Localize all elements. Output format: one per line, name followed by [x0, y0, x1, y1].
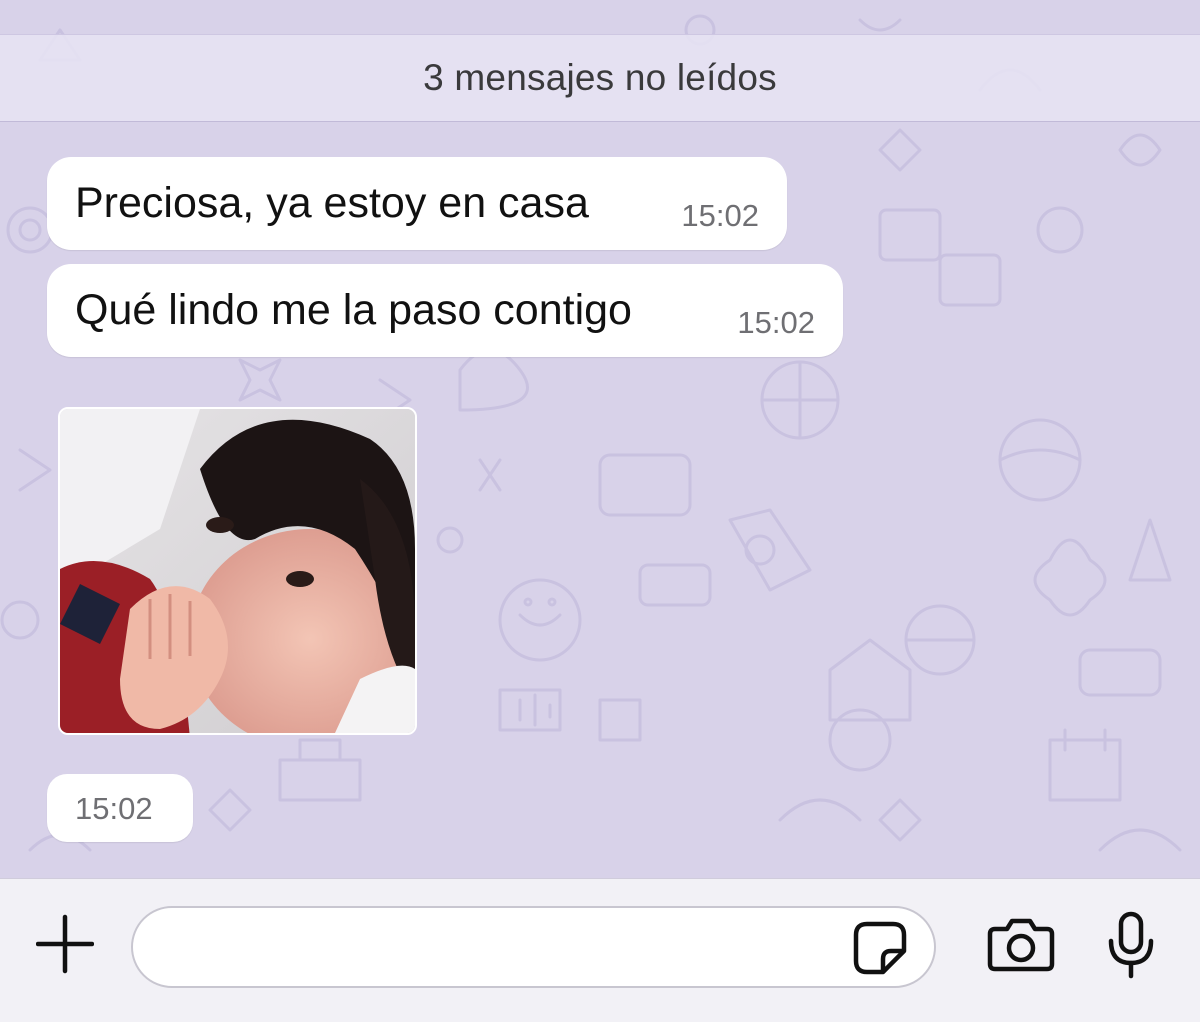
sticker-button[interactable] — [853, 921, 907, 975]
microphone-icon — [1108, 911, 1154, 979]
message-bubble[interactable]: Preciosa, ya estoy en casa 15:02 — [47, 157, 787, 250]
message-text: Preciosa, ya estoy en casa — [75, 179, 589, 227]
photo-message[interactable] — [58, 407, 417, 735]
chat-area: 3 mensajes no leídos Preciosa, ya estoy … — [0, 0, 1200, 878]
photo-thumbnail — [60, 409, 415, 733]
unread-messages-banner: 3 mensajes no leídos — [0, 34, 1200, 122]
message-bubble[interactable]: Qué lindo me la paso contigo 15:02 — [47, 264, 843, 357]
plus-icon — [35, 914, 95, 974]
message-time: 15:02 — [737, 305, 815, 340]
unread-messages-label: 3 mensajes no leídos — [423, 57, 777, 98]
photo-time-bubble: 15:02 — [47, 774, 193, 842]
microphone-button[interactable] — [1107, 911, 1155, 979]
attach-button[interactable] — [35, 913, 95, 975]
message-time: 15:02 — [75, 791, 153, 826]
camera-icon — [987, 918, 1055, 972]
message-text: Qué lindo me la paso contigo — [75, 286, 632, 334]
message-time: 15:02 — [681, 198, 759, 233]
message-input[interactable] — [131, 906, 936, 988]
camera-button[interactable] — [987, 917, 1055, 973]
sticker-icon — [853, 921, 907, 975]
